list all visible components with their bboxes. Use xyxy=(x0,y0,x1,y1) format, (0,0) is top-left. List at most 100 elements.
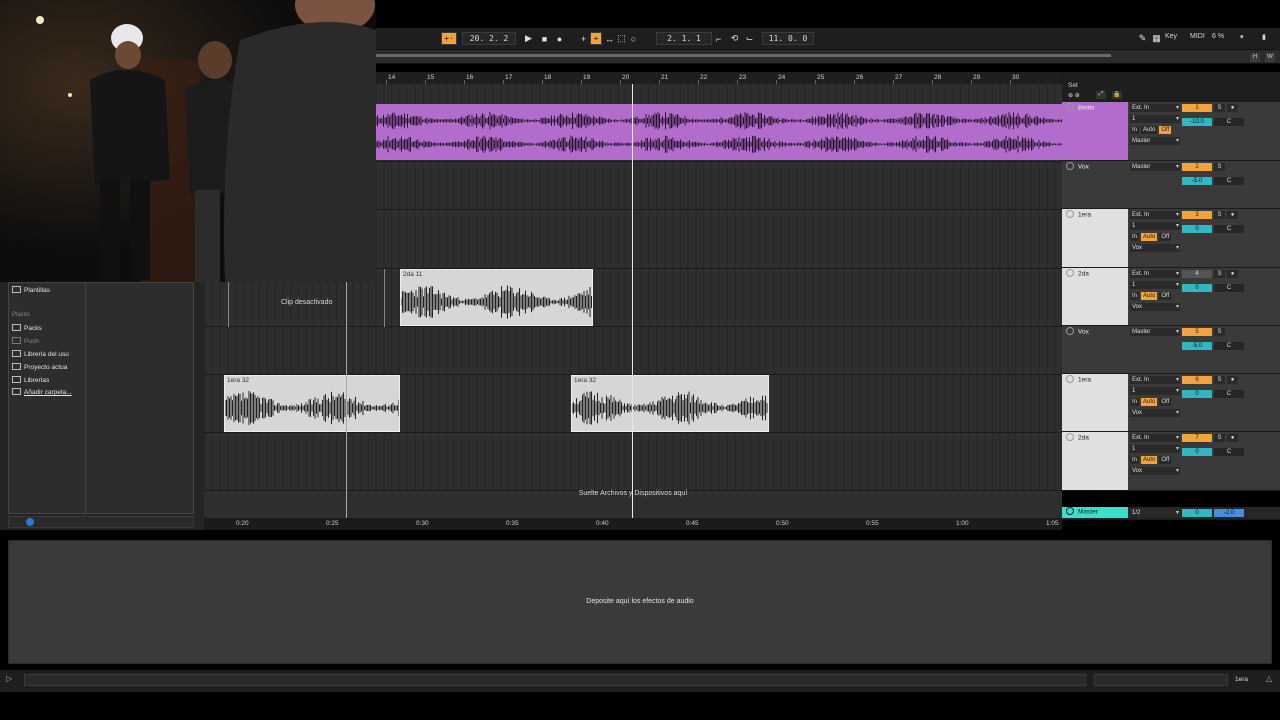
pan-field[interactable]: C xyxy=(1214,177,1244,185)
loop-switch-icon[interactable]: ⟲ xyxy=(728,32,741,45)
browser-push[interactable]: Push xyxy=(12,337,39,345)
track-activator[interactable]: 3 xyxy=(1182,211,1212,219)
track-name-cell[interactable]: Beats xyxy=(1062,102,1128,160)
lane-1era-2[interactable]: 1era 32 1era 32 xyxy=(204,375,1062,433)
keyboard-icon[interactable]: ▦ xyxy=(1150,32,1163,45)
volume-field[interactable]: 0 xyxy=(1182,448,1212,456)
monitor-off-button[interactable]: Off xyxy=(1159,292,1172,300)
track-name-cell[interactable]: 1era xyxy=(1062,374,1128,431)
track-name-cell[interactable]: 1era xyxy=(1062,209,1128,267)
track-header[interactable]: 1era Ext. In 1 InAutoOff Vox 3S● 0C xyxy=(1062,209,1280,268)
track-activator[interactable]: 4 xyxy=(1182,270,1212,278)
fold-icon[interactable] xyxy=(1066,375,1074,383)
monitor-off-button[interactable]: Off xyxy=(1159,398,1172,406)
beat-time-ruler[interactable]: 14 15 16 17 18 19 20 21 22 23 24 25 26 27 28 29 30 xyxy=(376,72,1062,84)
monitor-off-button[interactable]: Off xyxy=(1159,126,1172,134)
master-name-cell[interactable]: Master xyxy=(1062,507,1128,518)
track-name-cell[interactable]: 2da xyxy=(1062,268,1128,325)
browser-templates[interactable]: Plantillas xyxy=(12,286,50,294)
monitor-auto-button[interactable]: Auto xyxy=(1141,398,1158,406)
master-output-dropdown[interactable]: 1/2 xyxy=(1130,509,1180,517)
track-header[interactable]: VoxMaster5S-5.0C xyxy=(1062,326,1280,374)
pan-field[interactable]: C xyxy=(1214,390,1244,398)
track-header[interactable]: VoxMaster2S-5.0C xyxy=(1062,161,1280,209)
drop-zone[interactable]: Suelte Archivos y Dispositivos aquí xyxy=(204,487,1062,501)
output-dropdown[interactable]: Master xyxy=(1130,137,1180,145)
input-type-dropdown[interactable]: Ext. In xyxy=(1130,376,1180,384)
monitor-auto-button[interactable]: Auto xyxy=(1141,456,1158,464)
record-icon[interactable]: ● xyxy=(553,32,566,45)
pan-field[interactable]: C xyxy=(1214,448,1244,456)
volume-field[interactable]: 0 xyxy=(1182,225,1212,233)
monitor-in-button[interactable]: In xyxy=(1130,398,1140,406)
input-channel-dropdown[interactable]: 1 xyxy=(1130,445,1180,453)
input-type-dropdown[interactable]: Ext. In xyxy=(1130,104,1180,112)
track-header[interactable]: 2da Ext. In 1 InAutoOff Vox 7S● 0C xyxy=(1062,432,1280,491)
input-channel-dropdown[interactable]: 1 xyxy=(1130,115,1180,123)
lane-2da-2[interactable] xyxy=(204,433,1062,491)
solo-button[interactable]: S xyxy=(1214,376,1225,384)
overdub-icon[interactable]: + xyxy=(577,32,590,45)
master-track-header[interactable]: Master 1/20-2.0 xyxy=(1062,507,1280,520)
punch-in-icon[interactable]: ⌐ xyxy=(712,32,725,45)
key-map-button[interactable]: Key xyxy=(1165,33,1177,40)
solo-button[interactable]: S xyxy=(1214,270,1225,278)
lock-icon[interactable]: 🔒 xyxy=(1112,91,1122,99)
track-header[interactable]: 1era Ext. In 1 InAutoOff Vox 6S● 0C xyxy=(1062,374,1280,432)
clip-2da[interactable]: 2da 11 xyxy=(400,269,593,326)
clip-1era-b[interactable]: 1era 32 xyxy=(571,375,769,432)
master-volume-field[interactable]: 0 xyxy=(1182,509,1212,517)
monitor-in-button[interactable]: In xyxy=(1130,126,1140,134)
volume-field[interactable]: -5.0 xyxy=(1182,342,1212,350)
time-ruler[interactable]: 0:20 0:25 0:30 0:35 0:40 0:45 0:50 0:55 1:00 1:05 xyxy=(204,518,1062,530)
output-dropdown[interactable]: Vox xyxy=(1130,409,1180,417)
output-dropdown[interactable]: Master xyxy=(1130,328,1180,336)
browser-user-library[interactable]: Librería del usu xyxy=(12,350,69,358)
fit-height-button[interactable]: H xyxy=(1250,53,1260,62)
follow-button[interactable]: +· xyxy=(441,32,457,45)
solo-button[interactable]: S xyxy=(1214,434,1225,442)
monitor-in-button[interactable]: In xyxy=(1130,233,1140,241)
output-dropdown[interactable]: Vox xyxy=(1130,303,1180,311)
input-type-dropdown[interactable]: Ext. In xyxy=(1130,434,1180,442)
play-icon[interactable]: ▶ xyxy=(522,32,535,45)
volume-field[interactable]: 0 xyxy=(1182,390,1212,398)
input-channel-dropdown[interactable]: 1 xyxy=(1130,387,1180,395)
output-dropdown[interactable]: Master xyxy=(1130,163,1180,171)
play-status-icon[interactable]: ▷ xyxy=(6,674,12,683)
monitor-auto-button[interactable]: Auto xyxy=(1141,126,1158,134)
track-name-cell[interactable]: Vox xyxy=(1062,326,1128,373)
song-position[interactable]: 20. 2. 2 xyxy=(462,32,516,45)
fold-icon[interactable] xyxy=(1066,507,1074,515)
fold-icon[interactable] xyxy=(1066,269,1074,277)
solo-button[interactable]: S xyxy=(1214,211,1225,219)
arm-button[interactable]: ● xyxy=(1227,104,1238,112)
info-icon[interactable] xyxy=(26,518,34,526)
monitor-in-button[interactable]: In xyxy=(1130,456,1140,464)
loop-length[interactable]: 11. 0. 0 xyxy=(762,32,814,45)
track-name-cell[interactable]: 2da xyxy=(1062,432,1128,490)
input-type-dropdown[interactable]: Ext. In xyxy=(1130,211,1180,219)
volume-field[interactable]: -10.0 xyxy=(1182,118,1212,126)
draw-mode-icon[interactable]: ✎ xyxy=(1136,32,1149,45)
solo-button[interactable]: S xyxy=(1214,104,1225,112)
fit-width-button[interactable]: W xyxy=(1265,53,1275,62)
punch-out-icon[interactable]: ⌙ xyxy=(743,32,756,45)
fold-icon[interactable] xyxy=(1066,162,1074,170)
clip-beats[interactable] xyxy=(376,104,1062,160)
volume-field[interactable]: 0 xyxy=(1182,284,1212,292)
monitor-off-button[interactable]: Off xyxy=(1159,456,1172,464)
loop-start[interactable]: 2. 1. 1 xyxy=(656,32,712,45)
cpu-menu-icon[interactable]: ▾ xyxy=(1240,33,1244,41)
browser-current-project[interactable]: Proyecto actua xyxy=(12,363,67,371)
fold-icon[interactable] xyxy=(1066,103,1074,111)
clip-1era-a[interactable]: 1era 32 xyxy=(224,375,400,432)
pan-field[interactable]: C xyxy=(1214,225,1244,233)
volume-field[interactable]: -5.0 xyxy=(1182,177,1212,185)
solo-button[interactable]: S xyxy=(1214,163,1225,171)
track-activator[interactable]: 1 xyxy=(1182,104,1212,112)
input-channel-dropdown[interactable]: 1 xyxy=(1130,281,1180,289)
monitor-in-button[interactable]: In xyxy=(1130,292,1140,300)
master-pan-field[interactable]: -2.0 xyxy=(1214,509,1244,517)
track-activator[interactable]: 7 xyxy=(1182,434,1212,442)
